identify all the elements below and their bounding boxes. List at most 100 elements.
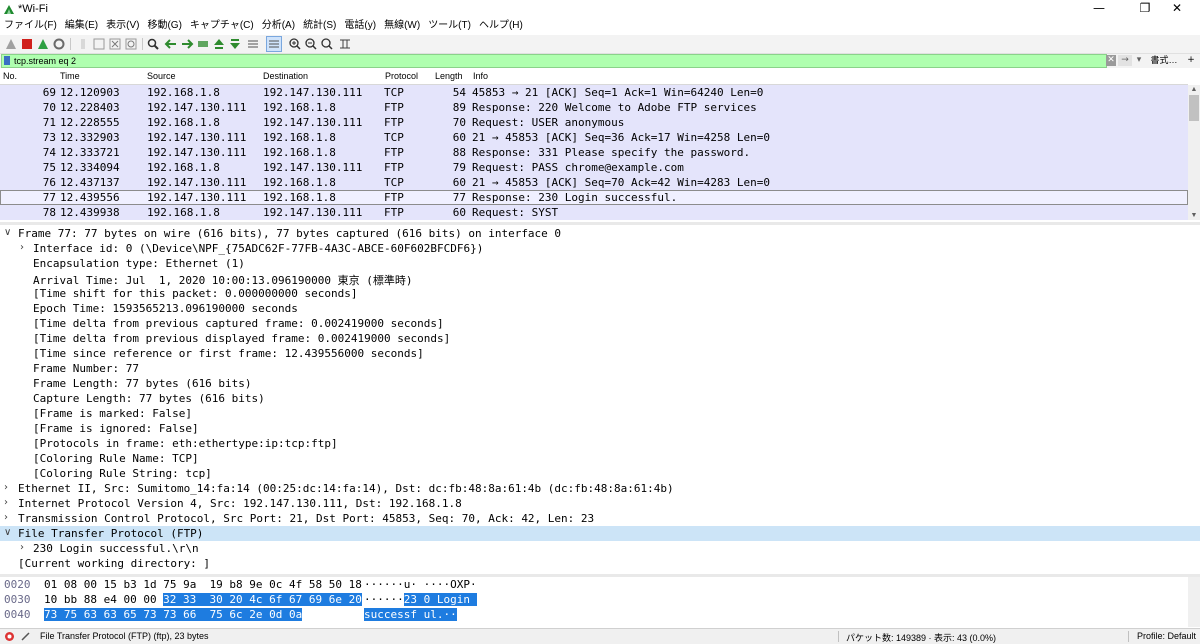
- open-file-icon[interactable]: [76, 37, 90, 51]
- detail-tree-item[interactable]: Epoch Time: 1593565213.096190000 seconds: [0, 301, 1200, 316]
- packet-list-scrollbar[interactable]: ▲ ▼: [1188, 85, 1200, 220]
- detail-tree-item[interactable]: [Coloring Rule Name: TCP]: [0, 451, 1200, 466]
- display-filter-field[interactable]: [1, 54, 1107, 68]
- bytes-ascii-highlight[interactable]: successf ul.··: [364, 608, 457, 621]
- bytes-hex[interactable]: 01 08 00 15 b3 1d 75 9a 19 b8 9e 0c 4f 5…: [44, 578, 362, 591]
- menu-help[interactable]: ヘルプ(H): [475, 18, 527, 34]
- display-filter-input[interactable]: [14, 55, 1074, 67]
- status-profile[interactable]: Profile: Default: [1137, 631, 1196, 641]
- detail-tree-item[interactable]: Arrival Time: Jul 1, 2020 10:00:13.09619…: [0, 271, 1200, 287]
- bookmark-icon[interactable]: [4, 56, 10, 65]
- add-filter-button[interactable]: +: [1186, 55, 1196, 66]
- clear-filter-icon[interactable]: ✕: [1106, 55, 1116, 66]
- detail-tree-item[interactable]: Frame Number: 77: [0, 361, 1200, 376]
- find-packet-icon[interactable]: [146, 37, 160, 51]
- last-packet-icon[interactable]: [228, 37, 242, 51]
- detail-tree-item[interactable]: [Protocols in frame: eth:ethertype:ip:tc…: [0, 436, 1200, 451]
- packet-row[interactable]: 73 12.332903 192.147.130.111 192.168.1.8 TCP…: [0, 130, 1188, 145]
- apply-filter-icon[interactable]: →: [1118, 55, 1132, 66]
- zoom-reset-icon[interactable]: [320, 37, 334, 51]
- collapsed-chevron-icon[interactable]: ›: [4, 482, 8, 493]
- collapsed-chevron-icon[interactable]: ›: [4, 512, 8, 523]
- packet-row[interactable]: 76 12.437137 192.147.130.111 192.168.1.8 TCP…: [0, 175, 1188, 190]
- close-button[interactable]: ✕: [1154, 0, 1200, 18]
- collapsed-chevron-icon[interactable]: ›: [20, 542, 24, 553]
- expert-info-icon[interactable]: [4, 631, 15, 642]
- column-header-protocol[interactable]: Protocol: [385, 71, 418, 81]
- bytes-ascii[interactable]: ······u· ····OXP·: [364, 578, 477, 591]
- detail-tree-item[interactable]: › Internet Protocol Version 4, Src: 192.1…: [0, 496, 1200, 511]
- collapsed-chevron-icon[interactable]: ›: [4, 497, 8, 508]
- column-header-source[interactable]: Source: [147, 71, 176, 81]
- packet-row[interactable]: 77 12.439556 192.147.130.111 192.168.1.8 FTP…: [0, 190, 1188, 205]
- detail-tree-item[interactable]: › 230 Login successful.\r\n: [0, 541, 1200, 556]
- zoom-in-icon[interactable]: [288, 37, 302, 51]
- menu-wireless[interactable]: 無線(W): [380, 18, 424, 34]
- bytes-ascii[interactable]: ······: [364, 593, 404, 606]
- menu-statistics[interactable]: 統計(S): [299, 18, 340, 34]
- first-packet-icon[interactable]: [212, 37, 226, 51]
- detail-tree-item[interactable]: [Time shift for this packet: 0.000000000…: [0, 286, 1200, 301]
- go-to-packet-icon[interactable]: [196, 37, 210, 51]
- pane-splitter[interactable]: [0, 222, 1200, 225]
- expanded-chevron-icon[interactable]: ∨: [4, 527, 11, 538]
- detail-tree-item[interactable]: [Coloring Rule String: tcp]: [0, 466, 1200, 481]
- menu-tools[interactable]: ツール(T): [424, 18, 475, 34]
- packet-row[interactable]: 74 12.333721 192.147.130.111 192.168.1.8 FTP…: [0, 145, 1188, 160]
- start-capture-icon[interactable]: [4, 37, 18, 51]
- bytes-scrollbar[interactable]: [1188, 577, 1200, 627]
- detail-tree-item[interactable]: ∨ Frame 77: 77 bytes on wire (616 bits), …: [0, 226, 1200, 241]
- column-header-no[interactable]: No.: [3, 71, 17, 81]
- detail-tree-item[interactable]: [Time delta from previous displayed fram…: [0, 331, 1200, 346]
- packet-row[interactable]: 69 12.120903 192.168.1.8 192.147.130.111 TCP…: [0, 85, 1188, 100]
- bytes-hex[interactable]: 10 bb 88 e4 00 00: [44, 593, 163, 606]
- detail-tree-item[interactable]: › Interface id: 0 (\Device\NPF_{75ADC62F-…: [0, 241, 1200, 256]
- bytes-hex-highlight[interactable]: 32 33 30 20 4c 6f 67 69 6e 20: [163, 593, 362, 606]
- detail-tree-item[interactable]: › Transmission Control Protocol, Src Port…: [0, 511, 1200, 526]
- detail-tree-item[interactable]: [Frame is marked: False]: [0, 406, 1200, 421]
- bytes-hex-highlight[interactable]: 73 75 63 63 65 73 73 66 75 6c 2e 0d 0a: [44, 608, 303, 621]
- detail-tree-item[interactable]: › Ethernet II, Src: Sumitomo_14:fa:14 (00…: [0, 481, 1200, 496]
- detail-tree-item[interactable]: [Frame is ignored: False]: [0, 421, 1200, 436]
- detail-tree-item[interactable]: [Current working directory: ]: [0, 556, 1200, 571]
- packet-row[interactable]: 75 12.334094 192.168.1.8 192.147.130.111 FTP…: [0, 160, 1188, 175]
- packet-row[interactable]: 71 12.228555 192.168.1.8 192.147.130.111 FTP…: [0, 115, 1188, 130]
- restart-capture-icon[interactable]: [36, 37, 50, 51]
- column-header-length[interactable]: Length: [435, 71, 463, 81]
- menu-telephony[interactable]: 電話(y): [340, 18, 380, 34]
- capture-comment-icon[interactable]: [20, 631, 31, 642]
- go-back-icon[interactable]: [164, 37, 178, 51]
- detail-tree-item[interactable]: Capture Length: 77 bytes (616 bits): [0, 391, 1200, 406]
- column-header-time[interactable]: Time: [60, 71, 80, 81]
- bytes-ascii-highlight[interactable]: 23 0 Login: [403, 593, 477, 606]
- filter-expression-button[interactable]: 書式…: [1148, 55, 1180, 66]
- menu-view[interactable]: 表示(V): [102, 18, 143, 34]
- reload-file-icon[interactable]: [124, 37, 138, 51]
- expanded-chevron-icon[interactable]: ∨: [4, 227, 11, 238]
- column-header-destination[interactable]: Destination: [263, 71, 308, 81]
- close-file-icon[interactable]: [108, 37, 122, 51]
- column-header-info[interactable]: Info: [473, 71, 488, 81]
- menu-go[interactable]: 移動(G): [143, 18, 185, 34]
- go-forward-icon[interactable]: [180, 37, 194, 51]
- menu-edit[interactable]: 編集(E): [61, 18, 102, 34]
- packet-row[interactable]: 78 12.439938 192.168.1.8 192.147.130.111 FTP…: [0, 205, 1188, 220]
- detail-tree-item[interactable]: ∨ File Transfer Protocol (FTP): [0, 526, 1200, 541]
- collapsed-chevron-icon[interactable]: ›: [20, 242, 24, 253]
- detail-tree-item[interactable]: Encapsulation type: Ethernet (1): [0, 256, 1200, 271]
- menu-capture[interactable]: キャプチャ(C): [186, 18, 258, 34]
- detail-tree-item[interactable]: [Time since reference or first frame: 12…: [0, 346, 1200, 361]
- colorize-icon[interactable]: [266, 36, 282, 52]
- detail-tree-item[interactable]: [Time delta from previous captured frame…: [0, 316, 1200, 331]
- minimize-button[interactable]: —: [1076, 0, 1122, 18]
- menu-analyze[interactable]: 分析(A): [258, 18, 299, 34]
- save-file-icon[interactable]: [92, 37, 106, 51]
- menu-file[interactable]: ファイル(F): [0, 18, 61, 34]
- capture-options-icon[interactable]: [52, 37, 66, 51]
- filter-history-dropdown-icon[interactable]: ▾: [1134, 55, 1144, 66]
- auto-scroll-icon[interactable]: [246, 37, 260, 51]
- packet-row[interactable]: 70 12.228403 192.147.130.111 192.168.1.8 FTP…: [0, 100, 1188, 115]
- stop-capture-icon[interactable]: [20, 37, 34, 51]
- zoom-out-icon[interactable]: [304, 37, 318, 51]
- detail-tree-item[interactable]: Frame Length: 77 bytes (616 bits): [0, 376, 1200, 391]
